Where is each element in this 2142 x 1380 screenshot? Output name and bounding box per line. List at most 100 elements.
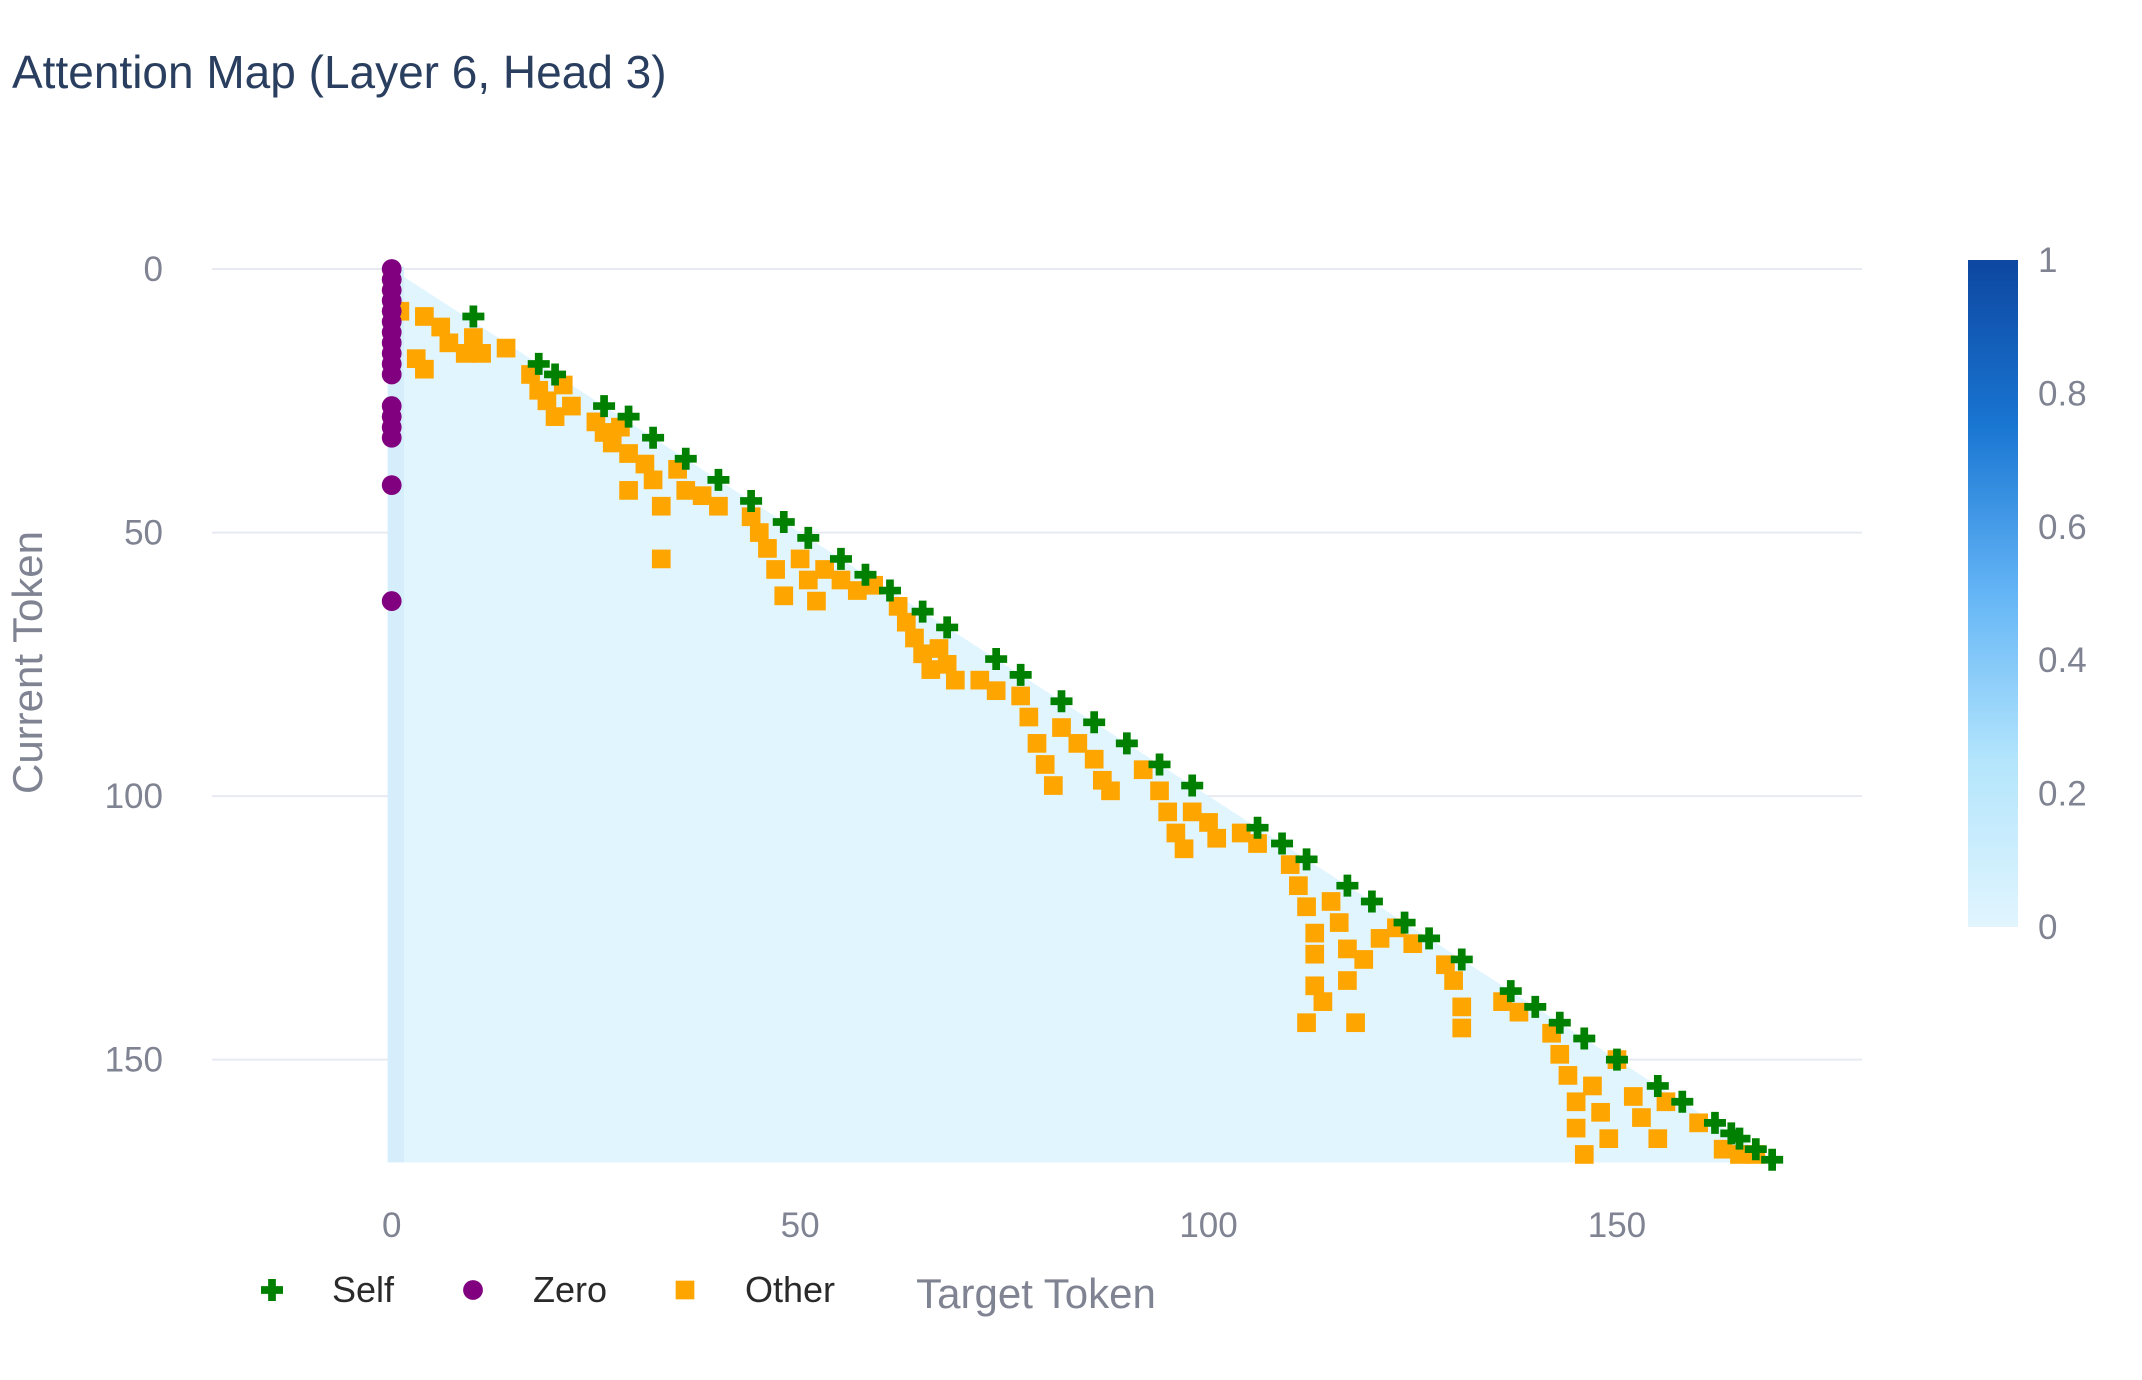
colorbar-tick-label: 0.2 <box>2038 775 2087 814</box>
point-other <box>562 396 581 416</box>
legend-label: Self <box>332 1269 395 1310</box>
point-other <box>1354 950 1374 969</box>
point-other <box>1338 971 1357 990</box>
attention-map-chart: Attention Map (Layer 6, Head 3) 05010015… <box>4 46 2087 1317</box>
point-other <box>1583 1076 1602 1096</box>
point-other <box>1297 897 1316 917</box>
legend[interactable]: Self Zero Other <box>261 1269 835 1310</box>
colorbar-tick-label: 0 <box>2038 908 2057 947</box>
point-other <box>831 570 851 590</box>
legend-label: Zero <box>533 1269 607 1310</box>
point-other <box>1035 755 1055 774</box>
point-zero <box>381 591 402 611</box>
colorbar-tick-label: 0.6 <box>2038 508 2087 547</box>
legend-item-self[interactable]: Self <box>261 1269 395 1310</box>
point-other <box>790 549 810 569</box>
point-other <box>439 333 459 353</box>
y-axis-title: Current Token <box>4 531 51 794</box>
point-other <box>1623 1087 1643 1106</box>
y-tick-label: 100 <box>105 777 163 816</box>
point-other <box>709 496 728 516</box>
point-other <box>1632 1108 1651 1127</box>
point-other <box>1574 1145 1594 1164</box>
colorbar-gradient <box>1968 260 2018 927</box>
point-other <box>1068 734 1088 753</box>
point-other <box>1207 828 1227 848</box>
legend-item-zero[interactable]: Zero <box>463 1269 607 1310</box>
point-other <box>1452 1018 1472 1038</box>
point-other <box>1313 992 1333 1011</box>
point-other <box>1550 1044 1570 1064</box>
point-other <box>1444 971 1463 990</box>
point-other <box>651 496 671 516</box>
legend-marker-other <box>675 1280 695 1300</box>
x-tick-label: 0 <box>382 1206 401 1245</box>
point-other <box>1305 944 1325 964</box>
x-axis-ticks: 0 50 100 150 <box>382 1206 1646 1245</box>
x-tick-label: 100 <box>1179 1206 1237 1245</box>
point-other <box>643 470 663 490</box>
point-other <box>807 591 826 611</box>
point-other <box>798 570 818 590</box>
y-axis-ticks: 0 50 100 150 <box>105 250 163 1080</box>
point-other <box>1174 839 1194 859</box>
x-axis-title: Target Token <box>916 1270 1156 1317</box>
point-other <box>1329 913 1349 932</box>
colorbar-ticks: 0 0.2 0.4 0.6 0.8 1 <box>2038 241 2087 947</box>
point-other <box>651 549 671 569</box>
x-tick-label: 50 <box>781 1206 820 1245</box>
point-other <box>1043 776 1063 795</box>
point-other <box>1084 749 1104 769</box>
point-other <box>970 670 990 690</box>
y-tick-label: 50 <box>124 514 163 553</box>
point-other <box>496 338 516 358</box>
point-other <box>692 486 712 506</box>
point-other <box>774 586 794 606</box>
point-other <box>758 539 777 558</box>
point-other <box>921 660 941 679</box>
point-other <box>1052 718 1071 737</box>
point-other <box>619 481 638 500</box>
point-other <box>1648 1129 1668 1148</box>
point-other <box>1019 707 1039 727</box>
point-other <box>1599 1129 1619 1148</box>
point-other <box>986 681 1006 701</box>
point-other <box>1321 892 1341 911</box>
point-other <box>1101 781 1120 801</box>
point-other <box>1305 923 1325 943</box>
point-other <box>815 560 834 579</box>
chart-title: Attention Map (Layer 6, Head 3) <box>12 46 667 98</box>
colorbar: 0 0.2 0.4 0.6 0.8 1 <box>1968 241 2087 947</box>
point-other <box>1452 997 1472 1017</box>
point-other <box>1338 939 1357 959</box>
point-other <box>415 307 434 326</box>
colorbar-tick-label: 0.4 <box>2038 641 2087 680</box>
point-zero <box>381 364 402 385</box>
point-other <box>619 444 638 463</box>
point-other <box>1566 1118 1586 1138</box>
point-zero <box>381 475 402 496</box>
point-other <box>1158 802 1178 822</box>
colorbar-tick-label: 0.8 <box>2038 374 2087 413</box>
point-other <box>1346 1013 1365 1033</box>
point-zero <box>381 427 402 448</box>
legend-item-other[interactable]: Other <box>675 1269 835 1310</box>
colorbar-tick-label: 1 <box>2038 241 2057 280</box>
point-other <box>1566 1092 1586 1112</box>
point-other <box>415 359 434 379</box>
point-other <box>1027 734 1047 753</box>
point-other <box>545 407 565 426</box>
point-other <box>1558 1066 1578 1085</box>
point-other <box>472 344 491 363</box>
point-other <box>945 670 965 690</box>
y-tick-label: 0 <box>144 250 163 289</box>
heatmap-area <box>387 266 1777 1163</box>
point-other <box>1289 876 1308 896</box>
heatmap-cells <box>387 266 1777 1163</box>
point-other <box>1370 929 1390 948</box>
legend-label: Other <box>745 1269 835 1310</box>
point-other <box>1182 802 1202 822</box>
point-other <box>1297 1013 1316 1033</box>
x-tick-label: 150 <box>1588 1206 1646 1245</box>
point-other <box>676 481 696 500</box>
